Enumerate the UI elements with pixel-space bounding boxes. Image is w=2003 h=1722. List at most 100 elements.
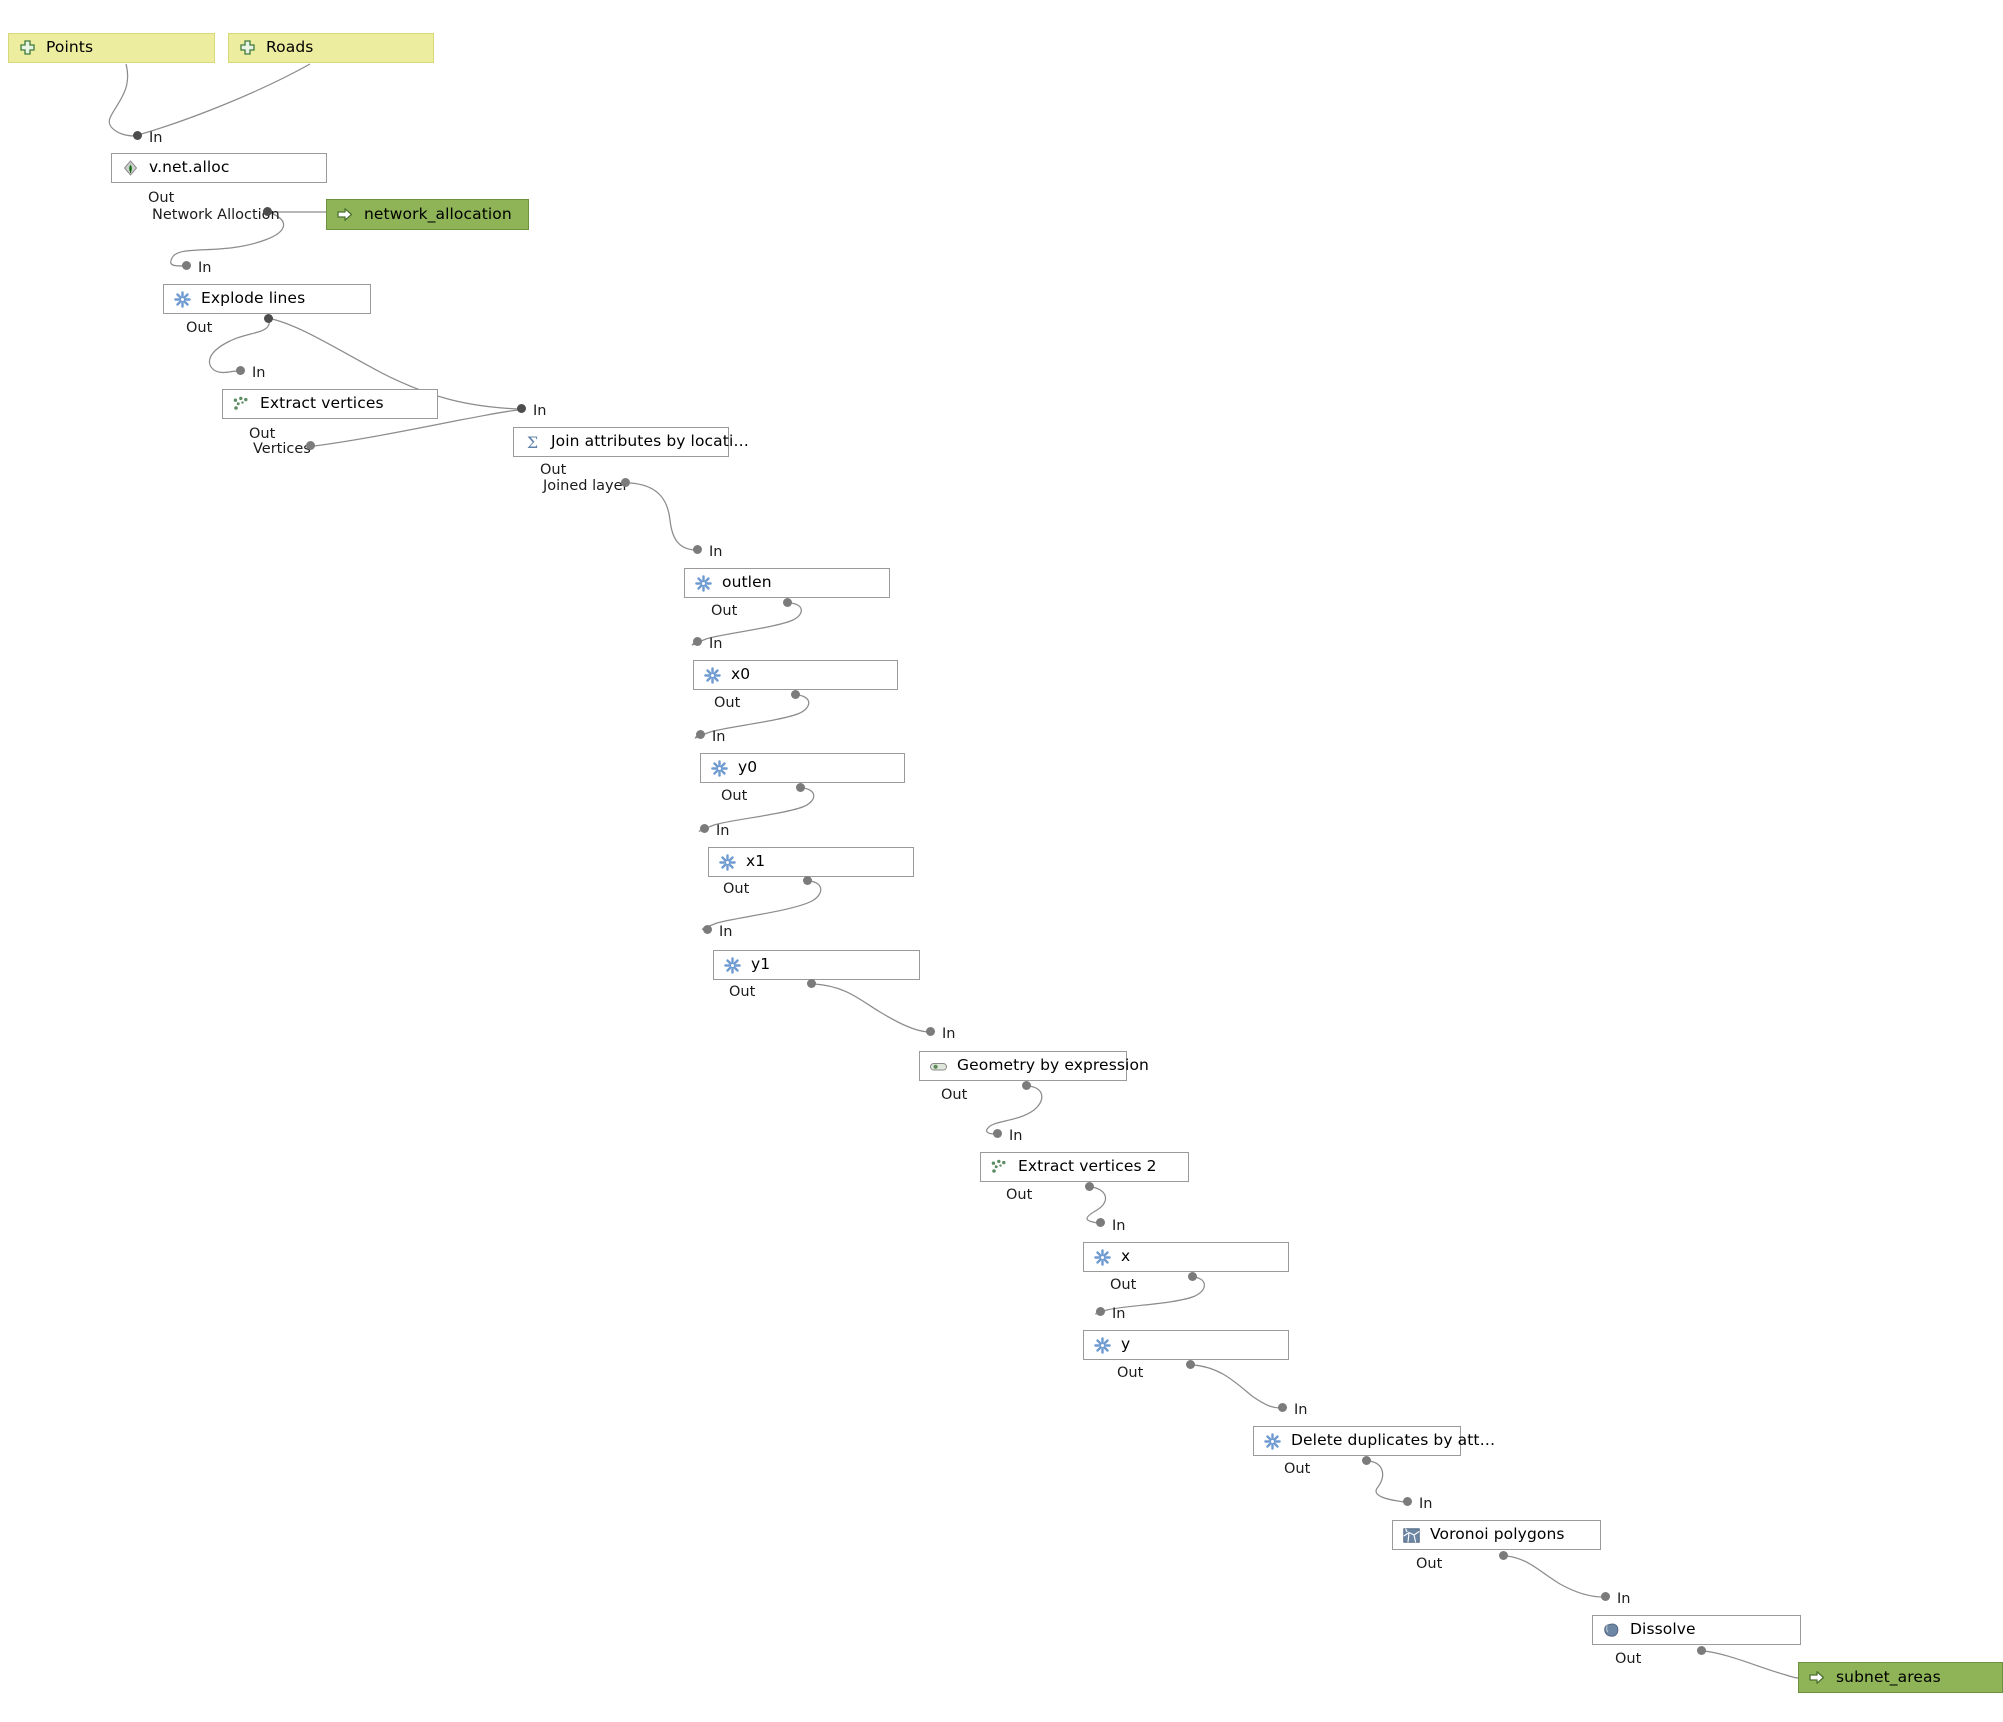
model-node-geom_by_expr[interactable]: Geometry by expression <box>919 1051 1149 1081</box>
port-dot-out[interactable] <box>782 597 792 607</box>
port-dot-in[interactable] <box>695 729 705 739</box>
field-calculator-icon <box>718 853 737 872</box>
model-node-x0[interactable]: x0 <box>693 660 898 690</box>
connection-wire[interactable] <box>985 1085 1043 1135</box>
port-label: In <box>709 544 723 560</box>
port-dot-out[interactable] <box>802 875 812 885</box>
port-dot-in[interactable] <box>132 130 142 140</box>
port-dot-out[interactable] <box>305 440 315 450</box>
model-node-outlen[interactable]: outlen <box>684 568 890 598</box>
port-dot-out[interactable] <box>1187 1271 1197 1281</box>
port-label: In <box>1419 1496 1433 1512</box>
port-label: In <box>533 403 547 419</box>
model-node-join_attributes[interactable]: Σ Join attributes by locati… <box>513 427 749 457</box>
port-dot-in[interactable] <box>1277 1402 1287 1412</box>
grass-icon <box>121 159 140 178</box>
node-label: Geometry by expression <box>957 1056 1149 1075</box>
model-canvas[interactable]: Points Roads v.net.alloc network_allocation… <box>0 0 2003 1722</box>
node-label: Delete duplicates by att… <box>1291 1431 1496 1450</box>
port-label: In <box>712 729 726 745</box>
port-dot-in[interactable] <box>692 636 702 646</box>
add-layer-icon <box>238 39 257 58</box>
port-dot-in[interactable] <box>925 1026 935 1036</box>
model-node-extract_vertices2[interactable]: Extract vertices 2 <box>980 1152 1189 1182</box>
port-section-label: Out <box>1117 1365 1144 1381</box>
field-calculator-icon <box>1093 1336 1112 1355</box>
connection-wire[interactable] <box>1086 1186 1106 1224</box>
port-dot-out[interactable] <box>1084 1181 1094 1191</box>
port-dot-out[interactable] <box>1361 1455 1371 1465</box>
port-section-label: Out <box>1006 1187 1033 1203</box>
port-label: In <box>1009 1128 1023 1144</box>
port-dot-in[interactable] <box>1095 1306 1105 1316</box>
port-dot-in[interactable] <box>702 924 712 934</box>
port-section-label: Out <box>721 788 748 804</box>
port-dot-out[interactable] <box>1021 1080 1031 1090</box>
port-label: Vertices <box>253 441 311 457</box>
connection-wire[interactable] <box>108 63 136 137</box>
port-dot-out[interactable] <box>795 782 805 792</box>
port-dot-out[interactable] <box>620 477 630 487</box>
model-node-extract_vertices[interactable]: Extract vertices <box>222 389 438 419</box>
connection-wire[interactable] <box>1505 1555 1604 1598</box>
connection-wire[interactable] <box>1368 1460 1406 1503</box>
model-node-vnetalloc[interactable]: v.net.alloc <box>111 153 327 183</box>
node-label: Join attributes by locati… <box>551 432 749 451</box>
model-node-x1[interactable]: x1 <box>708 847 914 877</box>
connection-wire[interactable] <box>137 63 311 136</box>
connection-wire[interactable] <box>701 880 822 930</box>
port-dot-out[interactable] <box>806 978 816 988</box>
port-section-label: Out <box>148 190 175 206</box>
model-node-explode_lines[interactable]: Explode lines <box>163 284 371 314</box>
port-dot-out[interactable] <box>790 689 800 699</box>
port-dot-in[interactable] <box>516 403 526 413</box>
connection-wire[interactable] <box>1703 1650 1799 1679</box>
node-label: Voronoi polygons <box>1430 1525 1565 1544</box>
add-layer-icon <box>18 39 37 58</box>
node-label: x0 <box>731 665 751 684</box>
port-dot-in[interactable] <box>1402 1496 1412 1506</box>
field-calculator-icon <box>694 574 713 593</box>
connection-wire[interactable] <box>813 983 929 1033</box>
port-section-label: Out <box>714 695 741 711</box>
extract-vertices-icon <box>232 395 251 414</box>
port-dot-in[interactable] <box>1095 1217 1105 1227</box>
model-node-subnet_areas[interactable]: subnet_areas <box>1798 1662 2003 1693</box>
connection-wire[interactable] <box>629 482 696 551</box>
port-dot-in[interactable] <box>181 260 191 270</box>
field-calculator-icon <box>710 759 729 778</box>
port-dot-out[interactable] <box>262 206 272 216</box>
model-node-y1[interactable]: y1 <box>713 950 920 980</box>
port-section-label: Out <box>1110 1277 1137 1293</box>
port-dot-in[interactable] <box>992 1128 1002 1138</box>
model-node-dissolve[interactable]: Dissolve <box>1592 1615 1801 1645</box>
model-node-y0[interactable]: y0 <box>700 753 905 783</box>
port-dot-out[interactable] <box>1185 1359 1195 1369</box>
connection-wire[interactable] <box>1192 1364 1281 1409</box>
field-calculator-icon <box>173 290 192 309</box>
model-node-roads[interactable]: Roads <box>228 33 434 63</box>
model-node-x[interactable]: x <box>1083 1242 1289 1272</box>
port-dot-out[interactable] <box>1696 1645 1706 1655</box>
model-node-voronoi[interactable]: Voronoi polygons <box>1392 1520 1601 1550</box>
port-dot-in[interactable] <box>235 365 245 375</box>
port-label: In <box>1112 1218 1126 1234</box>
node-label: Extract vertices 2 <box>1018 1157 1157 1176</box>
port-dot-in[interactable] <box>1600 1591 1610 1601</box>
output-arrow-icon <box>1808 1668 1827 1687</box>
port-dot-in[interactable] <box>699 823 709 833</box>
port-dot-out[interactable] <box>1498 1550 1508 1560</box>
port-section-label: Out <box>723 881 750 897</box>
port-label: In <box>1112 1306 1126 1322</box>
connection-wires-layer <box>108 63 1799 1679</box>
model-node-points[interactable]: Points <box>8 33 215 63</box>
port-label: In <box>198 260 212 276</box>
port-label: In <box>149 130 163 146</box>
model-node-delete_duplicates[interactable]: Delete duplicates by att… <box>1253 1426 1495 1456</box>
port-dot-in[interactable] <box>692 544 702 554</box>
port-label: In <box>1617 1591 1631 1607</box>
model-node-network_allocation[interactable]: network_allocation <box>326 199 529 230</box>
port-section-label: Out <box>1615 1651 1642 1667</box>
port-dot-out[interactable] <box>263 313 273 323</box>
model-node-y[interactable]: y <box>1083 1330 1289 1360</box>
